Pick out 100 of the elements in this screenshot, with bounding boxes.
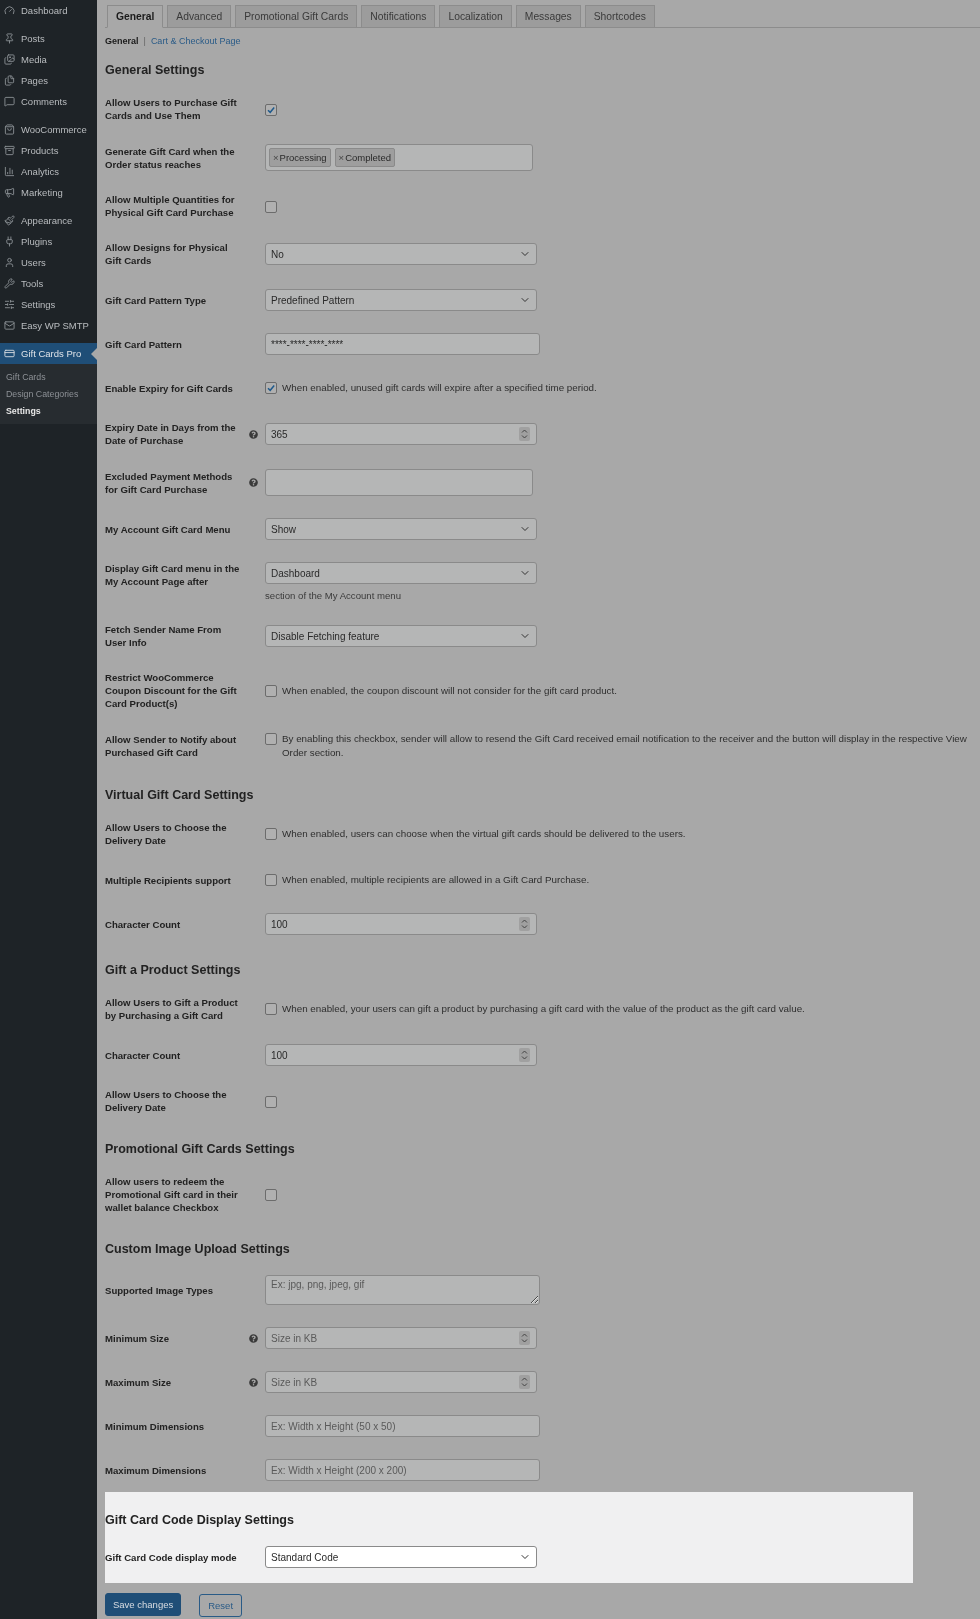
select-field[interactable]: Show (265, 518, 537, 540)
field-label: Supported Image Types (105, 1283, 215, 1297)
number-field[interactable]: Size in KB (265, 1327, 537, 1349)
select-field[interactable]: Standard Code (265, 1546, 537, 1568)
sidebar-item[interactable]: Easy WP SMTP (0, 315, 97, 336)
spinner-icon[interactable] (519, 1048, 530, 1062)
select-field[interactable]: Disable Fetching feature (265, 625, 537, 647)
field-label: Character Count (105, 917, 182, 931)
section-heading: General Settings (105, 63, 206, 77)
number-field[interactable]: 365 (265, 423, 537, 445)
sidebar-item[interactable]: Dashboard (0, 0, 97, 21)
sidebar-item[interactable]: Comments (0, 91, 97, 112)
save-button[interactable]: Save changes (105, 1592, 182, 1616)
gauge-icon (4, 5, 15, 16)
textarea-field[interactable]: Ex: jpg, png, jpeg, gif (265, 1275, 540, 1305)
section-heading: Gift a Product Settings (105, 963, 242, 977)
tab[interactable]: General (107, 5, 164, 28)
tags-field[interactable] (265, 469, 533, 496)
number-field[interactable]: 100 (265, 913, 537, 935)
remove-tag-button[interactable]: × (338, 152, 345, 163)
select-field[interactable]: No (265, 243, 537, 265)
checkbox[interactable] (265, 382, 277, 394)
field-label: Allow users to redeem the Promotional Gift card in their wallet balance Checkbox (105, 1175, 239, 1214)
tab[interactable]: Localization (439, 5, 512, 28)
sidebar-label: Gift Cards Pro (21, 348, 82, 359)
sidebar-label: Analytics (21, 166, 59, 177)
checkbox[interactable] (265, 828, 277, 840)
checkbox[interactable] (265, 874, 277, 886)
field-label: My Account Gift Card Menu (105, 522, 232, 536)
field-label: Restrict WooCommerce Coupon Discount for the Gift Card Product(s) (105, 671, 238, 710)
sidebar-label: Plugins (21, 236, 53, 247)
sidebar-item[interactable]: Gift Cards Pro (0, 343, 97, 364)
sidebar-label: Easy WP SMTP (21, 320, 89, 331)
checkbox[interactable] (265, 200, 277, 213)
help-icon[interactable] (249, 429, 258, 439)
section-heading: Gift Card Code Display Settings (105, 1513, 295, 1527)
subnav-link[interactable]: General (105, 36, 139, 46)
text-field[interactable]: ****-****-****-**** (265, 333, 540, 355)
select-field[interactable]: Predefined Pattern (265, 289, 537, 311)
field-label: Minimum Size (105, 1331, 170, 1345)
spinner-icon[interactable] (519, 1331, 530, 1345)
sidebar-label: Settings (21, 299, 56, 310)
checkbox[interactable] (265, 684, 277, 697)
tab[interactable]: Shortcodes (584, 5, 655, 28)
field-label: Display Gift Card menu in the My Account Page after (105, 562, 241, 588)
remove-tag-button[interactable]: × (273, 152, 279, 163)
checkbox[interactable] (265, 733, 277, 745)
field-label: Allow Users to Choose the Delivery Date (105, 821, 228, 847)
archive-box-icon (4, 145, 15, 156)
mail-icon (4, 320, 15, 331)
description-text: When enabled, multiple recipients are allowed in a Gift Card Purchase. (282, 873, 591, 887)
sidebar-item[interactable]: Tools (0, 273, 97, 294)
sidebar-label: Posts (21, 33, 45, 44)
sidebar-item[interactable]: Appearance (0, 210, 97, 231)
sidebar-item[interactable]: Media (0, 49, 97, 70)
tab[interactable]: Advanced (167, 5, 232, 28)
sidebar-label: Dashboard (21, 5, 68, 16)
spinner-icon[interactable] (519, 1375, 530, 1389)
number-field[interactable]: Size in KB (265, 1371, 537, 1393)
field-label: Maximum Dimensions (105, 1463, 208, 1477)
sidebar-item[interactable]: Marketing (0, 182, 97, 203)
field-label: Minimum Dimensions (105, 1419, 206, 1433)
tags-field[interactable]: ×Processing ×Completed (265, 144, 533, 171)
sidebar-item[interactable]: Users (0, 252, 97, 273)
sidebar-label: Pages (21, 75, 48, 86)
field-label: Maximum Size (105, 1375, 173, 1389)
help-icon[interactable] (249, 1333, 258, 1343)
checkbox[interactable] (265, 103, 277, 116)
field-label: Excluded Payment Methods for Gift Card Purchase (105, 469, 234, 496)
select-field[interactable]: Dashboard (265, 562, 537, 584)
field-label: Generate Gift Card when the Order status reaches (105, 144, 236, 171)
sidebar-item[interactable]: Settings (0, 294, 97, 315)
text-field[interactable]: Ex: Width x Height (200 x 200) (265, 1459, 540, 1481)
sidebar-item[interactable]: Plugins (0, 231, 97, 252)
submenu-item[interactable]: Settings (0, 402, 97, 419)
sidebar-item[interactable]: Pages (0, 70, 97, 91)
submenu-item[interactable]: Design Categories (0, 385, 97, 402)
description-text: By enabling this checkbox, sender will allow to resend the Gift Card received email notification to the receiver and the button will display in the respective View Order section. (282, 732, 968, 760)
checkbox[interactable] (265, 1189, 277, 1201)
separator: | (143, 36, 146, 46)
tag-label: Processing (279, 152, 327, 163)
sidebar-item[interactable]: Posts (0, 28, 97, 49)
text-field[interactable]: Ex: Width x Height (50 x 50) (265, 1415, 540, 1437)
tab[interactable]: Promotional Gift Cards (235, 5, 358, 28)
checkbox[interactable] (265, 1095, 277, 1108)
checkbox[interactable] (265, 1003, 277, 1015)
sidebar-item[interactable]: Products (0, 140, 97, 161)
help-icon[interactable] (249, 478, 258, 487)
spinner-icon[interactable] (519, 917, 530, 931)
field-label: Gift Card Pattern (105, 337, 183, 351)
sidebar-item[interactable]: Analytics (0, 161, 97, 182)
help-icon[interactable] (249, 1377, 258, 1387)
tab[interactable]: Notifications (361, 5, 436, 28)
tab[interactable]: Messages (515, 5, 581, 28)
spinner-icon[interactable] (519, 427, 530, 441)
submenu-item[interactable]: Gift Cards (0, 368, 97, 385)
field-label: Allow Users to Choose the Delivery Date (105, 1088, 228, 1114)
sidebar-item[interactable]: WooCommerce (0, 119, 97, 140)
number-field[interactable]: 100 (265, 1044, 537, 1066)
description-text: When enabled, your users can gift a product by purchasing a gift card with the value of the product as the gift card value. (282, 1002, 806, 1016)
